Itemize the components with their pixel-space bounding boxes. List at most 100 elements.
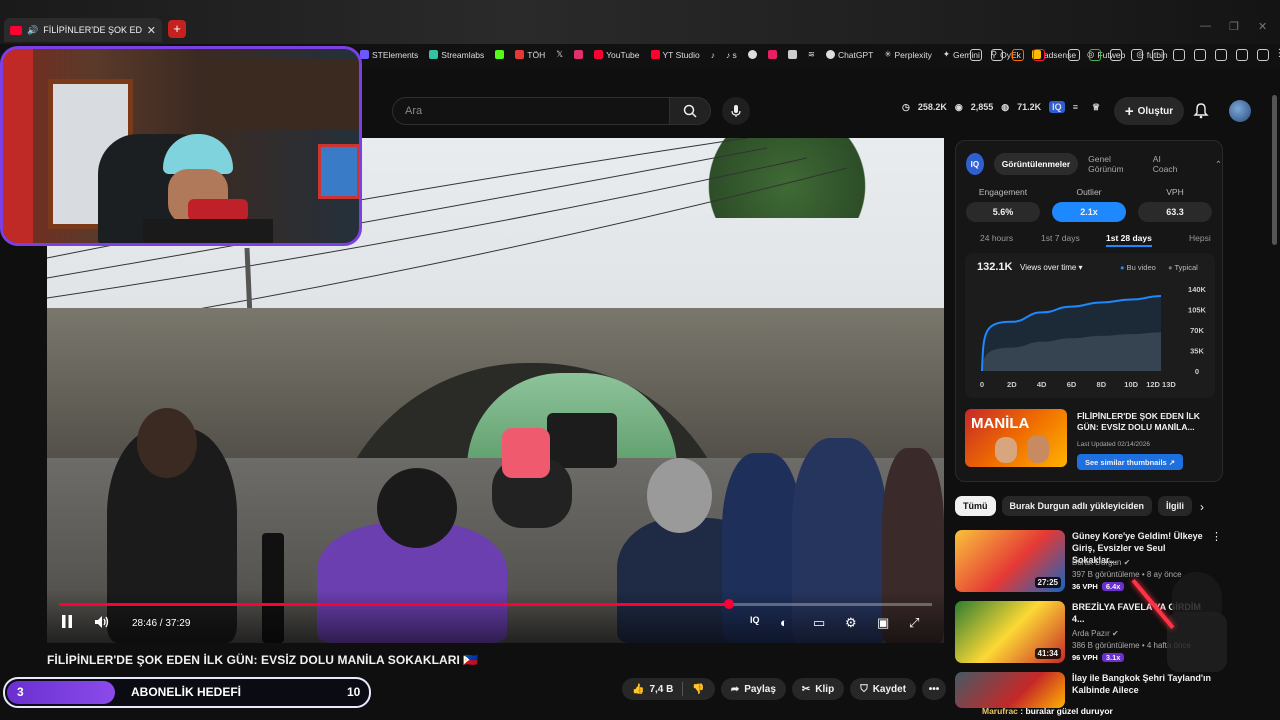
bookmark-streamlabs[interactable]: Streamlabs bbox=[429, 49, 484, 60]
window-close-icon[interactable]: ✕ bbox=[1258, 20, 1267, 33]
youtube-icon bbox=[650, 50, 660, 59]
share-icon[interactable] bbox=[991, 49, 1003, 61]
more-vert-icon[interactable]: ⋮ bbox=[1211, 530, 1222, 543]
metric-engagement[interactable]: 5.6% bbox=[966, 202, 1040, 222]
extension-icon[interactable] bbox=[1152, 49, 1164, 61]
metric-label-outlier: Outlier bbox=[1076, 187, 1102, 197]
avatar[interactable] bbox=[1229, 100, 1251, 122]
bookmark-chatgpt[interactable]: ChatGPT bbox=[825, 49, 874, 60]
notifications-bell-icon[interactable] bbox=[1193, 103, 1209, 119]
bookmark-k[interactable] bbox=[495, 49, 505, 60]
miniplayer-icon[interactable]: ▣ bbox=[877, 615, 889, 631]
panel-tabs: IQ Görüntülenmeler Genel Görünüm AI Coac… bbox=[966, 153, 1222, 175]
webcam-overlay bbox=[0, 46, 362, 246]
bookmark-x[interactable]: 𝕏 bbox=[556, 49, 563, 60]
bookmark-misc-2[interactable] bbox=[767, 49, 777, 60]
more-dots-icon: ••• bbox=[928, 683, 940, 695]
extension-icon[interactable] bbox=[1089, 49, 1101, 61]
brave-shield-icon[interactable] bbox=[1012, 49, 1024, 61]
new-tab-button[interactable]: + bbox=[168, 20, 186, 38]
voice-search-button[interactable] bbox=[722, 97, 750, 125]
recommendation-channel: Arda Pazır ✔ bbox=[1072, 629, 1119, 638]
collapse-chevron-icon[interactable]: ⌃ bbox=[1215, 159, 1222, 170]
minimize-icon[interactable]: — bbox=[1200, 20, 1211, 32]
chip-all[interactable]: Tümü bbox=[955, 496, 996, 516]
download-icon[interactable] bbox=[1236, 49, 1248, 61]
x-tick-label: 12D 13D bbox=[1146, 380, 1176, 389]
scissors-icon: ✂ bbox=[801, 683, 811, 695]
pause-button[interactable] bbox=[61, 615, 73, 631]
bookmark-icon bbox=[515, 50, 525, 59]
trophy-icon[interactable]: ♕ bbox=[1092, 102, 1100, 113]
metric-vph[interactable]: 63.3 bbox=[1138, 202, 1212, 222]
share-button[interactable]: ➦ Paylaş bbox=[720, 678, 786, 700]
x-tick-label: 6D bbox=[1067, 380, 1077, 389]
subtitles-icon[interactable]: ▭ bbox=[813, 615, 825, 631]
metric-outlier[interactable]: 2.1x bbox=[1052, 202, 1126, 222]
maximize-icon[interactable]: ❐ bbox=[1229, 20, 1239, 33]
bookmark-stelements[interactable]: STElements bbox=[360, 49, 418, 60]
tab-overview[interactable]: Genel Görünüm bbox=[1088, 154, 1137, 174]
volume-button[interactable] bbox=[94, 615, 110, 632]
bookmark-tiktok-s[interactable]: ♪ s bbox=[726, 49, 737, 60]
recommendation-badges: 96 VPH 3.1x bbox=[1072, 653, 1125, 662]
range-all[interactable]: Hepsi bbox=[1189, 233, 1211, 243]
bookmark-youtube[interactable]: YouTube bbox=[594, 49, 640, 60]
chip-uploader[interactable]: Burak Durgun adlı yükleyiciden bbox=[1001, 496, 1153, 516]
bookmark-misc-4[interactable]: ≋ bbox=[808, 49, 815, 60]
bookmark-toh[interactable]: TÖH bbox=[515, 49, 545, 60]
open-external-icon[interactable] bbox=[970, 49, 982, 61]
instagram-icon bbox=[574, 50, 584, 59]
list-icon[interactable]: ≡ bbox=[1073, 102, 1078, 112]
tab-ai-coach[interactable]: AI Coach bbox=[1153, 154, 1181, 174]
extension-icon[interactable] bbox=[1068, 49, 1080, 61]
tiktok-icon: ♪ bbox=[710, 49, 715, 60]
like-button[interactable]: 👍 7,4 B 👎 bbox=[622, 678, 715, 700]
vpn-icon[interactable] bbox=[1257, 49, 1269, 61]
browser-tab-active[interactable]: 🔊 FİLİPİNLER'DE ŞOK EDEN İLK ✕ bbox=[4, 18, 162, 42]
see-similar-thumbnails-button[interactable]: See similar thumbnails ↗ bbox=[1077, 454, 1184, 470]
page-scrollbar[interactable] bbox=[1272, 95, 1277, 245]
save-button[interactable]: ⛉ Kaydet bbox=[850, 678, 917, 700]
video-time: 28:46 / 37:29 bbox=[132, 618, 191, 629]
clip-button[interactable]: ✂ Klip bbox=[791, 678, 845, 700]
chip-related[interactable]: İlgili bbox=[1158, 496, 1193, 516]
fullscreen-icon[interactable]: ⤢ bbox=[909, 615, 919, 631]
video-person-head bbox=[377, 468, 457, 548]
brave-rewards-icon[interactable] bbox=[1033, 49, 1045, 61]
more-actions-button[interactable]: ••• bbox=[922, 678, 947, 700]
music-icon[interactable] bbox=[1173, 49, 1185, 61]
create-button[interactable]: + Oluştur bbox=[1114, 97, 1184, 125]
range-24h[interactable]: 24 hours bbox=[980, 233, 1013, 243]
metric-label-vph: VPH bbox=[1166, 187, 1184, 197]
autoplay-toggle[interactable]: ◐ bbox=[780, 615, 788, 630]
chevron-right-icon[interactable]: › bbox=[1200, 500, 1204, 514]
browser-tabbar: 🔊 FİLİPİNLER'DE ŞOK EDEN İLK ✕ + — ❐ ✕ bbox=[0, 0, 1280, 44]
bookmark-tiktok[interactable]: ♪ bbox=[711, 49, 715, 60]
app-icon bbox=[767, 50, 777, 59]
bookmark-misc-3[interactable] bbox=[787, 49, 797, 60]
sidebar-icon[interactable] bbox=[1194, 49, 1206, 61]
iq-player-icon[interactable]: IQ bbox=[750, 615, 760, 625]
bookmark-label: ChatGPT bbox=[837, 49, 874, 60]
settings-gear-icon[interactable]: ⚙ bbox=[845, 615, 857, 631]
iq-icon[interactable]: IQ bbox=[1049, 101, 1065, 113]
search-input[interactable]: Ara bbox=[392, 97, 670, 125]
range-7d[interactable]: 1st 7 days bbox=[1041, 233, 1080, 243]
bookmark-misc-1[interactable] bbox=[747, 49, 757, 60]
puzzle-icon[interactable] bbox=[1131, 49, 1143, 61]
search-button[interactable] bbox=[669, 97, 711, 125]
y-tick-label: 35K bbox=[1190, 347, 1204, 356]
range-28d[interactable]: 1st 28 days bbox=[1106, 233, 1152, 247]
thumbs-down-icon[interactable]: 👎 bbox=[692, 684, 704, 695]
video-rider bbox=[502, 428, 550, 478]
bookmark-perplexity[interactable]: ✳ Perplexity bbox=[884, 49, 931, 60]
wallet-icon[interactable] bbox=[1215, 49, 1227, 61]
bookmark-yt-studio[interactable]: YT Studio bbox=[650, 49, 700, 60]
tab-views[interactable]: Görüntülenmeler bbox=[993, 153, 1079, 175]
bookmark-instagram[interactable] bbox=[574, 49, 584, 60]
extension-icon[interactable] bbox=[1110, 49, 1122, 61]
tab-close-icon[interactable]: ✕ bbox=[147, 24, 156, 37]
x-tick-label: 0 bbox=[980, 380, 984, 389]
clock-icon: ◷ bbox=[902, 101, 910, 112]
